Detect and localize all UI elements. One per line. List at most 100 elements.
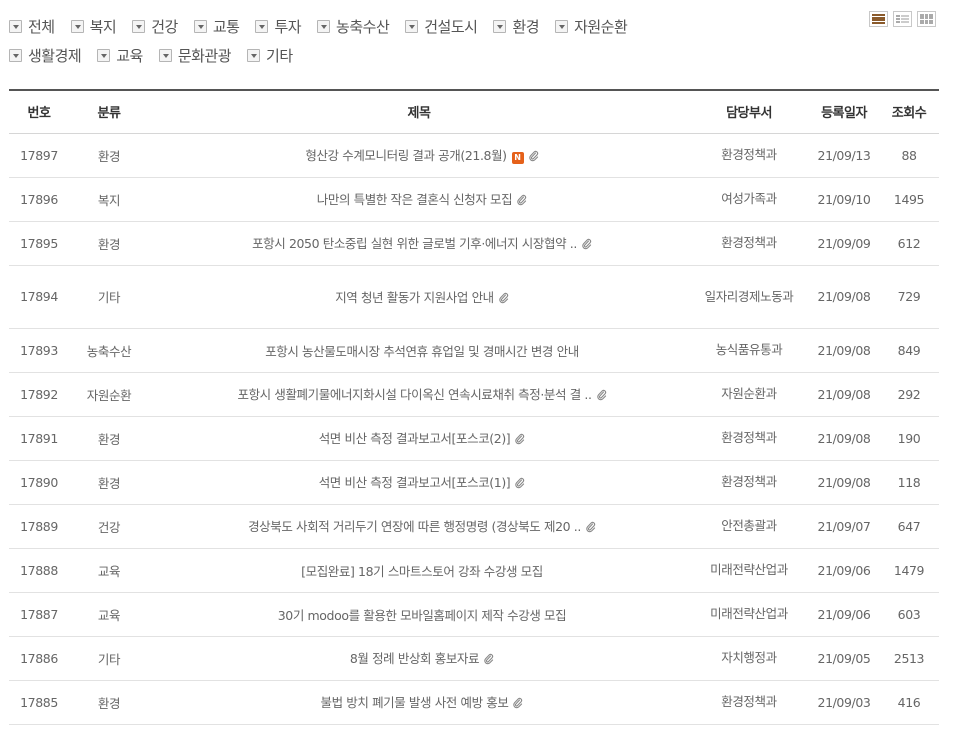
attachment-icon: [582, 238, 592, 253]
post-title-cell: 포항시 생활폐기물에너지화시설 다이옥신 연속시료채취 측정·분석 결 ..: [149, 372, 689, 416]
post-title-link[interactable]: 석면 비산 측정 결과보고서[포스코(2)]: [319, 431, 511, 446]
table-row: 17885 환경 불법 방치 폐기물 발생 사전 예방 홍보 환경정책과 21/09/0…: [9, 680, 939, 724]
filter-label: 농축수산: [336, 18, 390, 36]
chevron-down-icon: [9, 20, 22, 33]
table-row: 17888 교육 [모집완료] 18기 스마트스토어 강좌 수강생 모집 미래전략산업…: [9, 548, 939, 592]
post-title-link[interactable]: 포항시 2050 탄소중립 실현 위한 글로벌 기후·에너지 시장협약 ..: [252, 236, 577, 251]
filter-education[interactable]: 교육: [97, 45, 143, 66]
table-row: 17891 환경 석면 비산 측정 결과보고서[포스코(2)] 환경정책과 21/09/…: [9, 416, 939, 460]
category-filter-row: 생활경제 교육 문화관광 기타: [9, 41, 709, 70]
post-title-link[interactable]: 포항시 농산물도매시장 추석연휴 휴업일 및 경매시간 변경 안내: [265, 344, 579, 359]
chevron-down-icon: [317, 20, 331, 33]
filter-welfare[interactable]: 복지: [70, 16, 117, 37]
post-department: 자치행정과: [721, 650, 777, 665]
post-number: 17885: [20, 694, 58, 710]
post-date: 21/09/06: [817, 562, 871, 578]
post-title-link[interactable]: 형산강 수계모니터링 결과 공개(21.8월): [305, 148, 507, 163]
post-date: 21/09/08: [817, 342, 871, 358]
post-title-cell: 석면 비산 측정 결과보고서[포스코(1)]: [149, 460, 689, 504]
header-dept: 담당부서: [726, 106, 772, 122]
post-date: 21/09/05: [817, 650, 871, 666]
post-category: 환경: [97, 475, 121, 491]
chevron-down-icon: [247, 49, 261, 62]
attachment-icon: [586, 521, 596, 536]
filter-investment[interactable]: 투자: [255, 16, 302, 37]
summary-view-icon[interactable]: [893, 11, 912, 27]
post-views: 292: [897, 386, 921, 402]
post-number: 17888: [20, 562, 58, 578]
filter-etc[interactable]: 기타: [247, 45, 293, 66]
post-department: 환경정책과: [721, 430, 777, 445]
post-views: 2513: [893, 650, 925, 666]
post-date: 21/09/08: [817, 289, 871, 304]
post-title-cell: 나만의 특별한 작은 결혼식 신청자 모집: [149, 177, 689, 221]
post-number: 17894: [20, 289, 58, 304]
post-title-cell: 30기 modoo를 활용한 모바일홈페이지 제작 수강생 모집: [149, 592, 689, 636]
post-date: 21/09/08: [817, 386, 871, 402]
table-row: 17886 기타 8월 정례 반상회 홍보자료 자치행정과 21/09/05 2513: [9, 636, 939, 680]
filter-health[interactable]: 건강: [132, 16, 178, 37]
table-row: 17895 환경 포항시 2050 탄소중립 실현 위한 글로벌 기후·에너지 시장…: [9, 221, 939, 265]
chevron-down-icon: [555, 20, 569, 33]
attachment-icon: [596, 389, 607, 404]
post-views: 190: [897, 430, 921, 446]
post-department: 자원순환과: [721, 386, 777, 401]
filter-culture-tourism[interactable]: 문화관광: [158, 45, 232, 66]
post-views: 849: [897, 342, 921, 358]
post-title-link[interactable]: 나만의 특별한 작은 결혼식 신청자 모집: [317, 192, 513, 207]
filter-agriculture[interactable]: 농축수산: [317, 16, 390, 37]
chevron-down-icon: [97, 49, 111, 62]
chevron-down-icon: [255, 20, 269, 33]
grid-view-icon[interactable]: [917, 11, 936, 27]
post-number: 17887: [20, 606, 58, 622]
filter-label: 환경: [512, 18, 540, 36]
category-filter-row: 전체 복지 건강 교통 투자 농축수산 건설도시 환경 자원순환: [9, 12, 709, 41]
post-department: 미래전략산업과: [710, 562, 788, 577]
filter-construction[interactable]: 건설도시: [405, 16, 478, 37]
post-title-link[interactable]: 8월 정례 반상회 홍보자료: [350, 651, 480, 666]
post-date: 21/09/03: [817, 694, 871, 710]
post-department: 환경정책과: [721, 474, 777, 489]
post-category: 자원순환: [86, 387, 132, 403]
post-title-link[interactable]: 경상북도 사회적 거리두기 연장에 따른 행정명령 (경상북도 제20 ..: [248, 519, 581, 534]
post-number: 17889: [20, 518, 58, 534]
post-title-cell: 8월 정례 반상회 홍보자료: [149, 636, 689, 680]
post-number: 17886: [20, 650, 58, 666]
post-title-link[interactable]: [모집완료] 18기 스마트스토어 강좌 수강생 모집: [301, 564, 543, 579]
post-title-link[interactable]: 지역 청년 활동가 지원사업 안내: [335, 290, 494, 305]
post-date: 21/09/09: [817, 235, 871, 251]
filter-all[interactable]: 전체: [9, 16, 55, 37]
post-title-link[interactable]: 포항시 생활폐기물에너지화시설 다이옥신 연속시료채취 측정·분석 결 ..: [237, 387, 591, 402]
post-title-cell: 포항시 2050 탄소중립 실현 위한 글로벌 기후·에너지 시장협약 ..: [149, 221, 689, 265]
post-date: 21/09/06: [817, 606, 871, 622]
filter-traffic[interactable]: 교통: [193, 16, 240, 37]
post-title-cell: 불법 방치 폐기물 발생 사전 예방 홍보: [149, 680, 689, 724]
post-number: 17893: [20, 342, 58, 358]
filter-environment[interactable]: 환경: [493, 16, 540, 37]
filter-recycling[interactable]: 자원순환: [555, 16, 628, 37]
filter-living-economy[interactable]: 생활경제: [9, 45, 82, 66]
filter-label: 문화관광: [177, 47, 232, 65]
post-title-link[interactable]: 30기 modoo를 활용한 모바일홈페이지 제작 수강생 모집: [278, 608, 567, 623]
post-title-cell: 지역 청년 활동가 지원사업 안내: [149, 265, 689, 328]
chevron-down-icon: [493, 20, 507, 33]
header-no: 번호: [27, 106, 51, 122]
post-views: 647: [897, 518, 921, 534]
filter-label: 건강: [151, 18, 178, 36]
post-category: 교육: [97, 607, 121, 623]
post-title-link[interactable]: 석면 비산 측정 결과보고서[포스코(1)]: [319, 475, 511, 490]
list-view-icon[interactable]: [869, 11, 888, 27]
chevron-down-icon: [158, 49, 172, 62]
filter-label: 건설도시: [424, 18, 478, 36]
post-number: 17890: [20, 474, 58, 490]
post-category: 기타: [97, 651, 121, 667]
filter-label: 투자: [274, 18, 302, 36]
header-date: 등록일자: [821, 106, 867, 122]
post-views: 118: [897, 474, 921, 490]
post-title-cell: 경상북도 사회적 거리두기 연장에 따른 행정명령 (경상북도 제20 ..: [149, 504, 689, 548]
post-views: 729: [897, 289, 921, 304]
header-title: 제목: [407, 106, 431, 122]
chevron-down-icon: [9, 49, 22, 62]
attachment-icon: [515, 477, 525, 492]
post-title-link[interactable]: 불법 방치 폐기물 발생 사전 예방 홍보: [321, 695, 509, 710]
